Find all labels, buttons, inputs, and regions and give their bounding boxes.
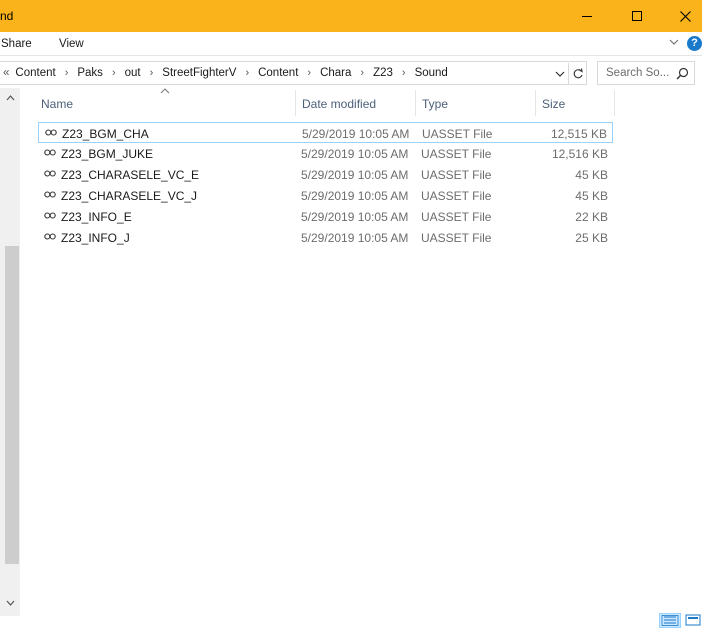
file-date: 5/29/2019 10:05 AM <box>301 231 409 245</box>
close-icon <box>679 10 691 22</box>
title-bar: nd <box>0 0 702 32</box>
file-size: 12,515 KB <box>550 127 607 141</box>
breadcrumb: « Content › Paks › out › StreetFighterV … <box>3 67 448 79</box>
column-header-size[interactable]: Size <box>542 97 565 111</box>
search-box[interactable]: Search So... <box>597 61 695 85</box>
file-date: 5/29/2019 10:05 AM <box>301 147 409 161</box>
link-file-icon <box>44 149 56 156</box>
file-type: UASSET File <box>421 168 492 182</box>
navigation-row: « Content › Paks › out › StreetFighterV … <box>0 60 702 86</box>
breadcrumb-separator[interactable]: › <box>402 67 406 79</box>
file-name: Z23_INFO_E <box>61 210 132 224</box>
breadcrumb-separator[interactable]: › <box>112 67 116 79</box>
file-size: 12,516 KB <box>551 147 608 161</box>
link-file-icon <box>44 233 56 240</box>
file-type: UASSET File <box>421 189 492 203</box>
link-file-icon <box>44 170 56 177</box>
scroll-up-icon[interactable] <box>6 95 15 101</box>
file-list: Z23_BGM_CHA 5/29/2019 10:05 AM UASSET Fi… <box>38 122 613 248</box>
maximize-icon <box>632 11 642 21</box>
close-button[interactable] <box>662 0 702 32</box>
link-file-icon <box>44 212 56 219</box>
search-placeholder: Search So... <box>606 67 670 79</box>
link-file-icon <box>44 191 56 198</box>
sort-ascending-icon <box>160 88 170 94</box>
breadcrumb-content-2[interactable]: Content <box>258 67 298 79</box>
file-name: Z23_BGM_JUKE <box>61 147 154 161</box>
address-bar[interactable]: « Content › Paks › out › StreetFighterV … <box>0 61 587 85</box>
column-divider[interactable] <box>535 90 536 116</box>
file-size: 45 KB <box>575 189 608 203</box>
file-row[interactable]: Z23_BGM_CHA 5/29/2019 10:05 AM UASSET Fi… <box>38 122 613 143</box>
file-date: 5/29/2019 10:05 AM <box>301 189 409 203</box>
tab-share[interactable]: Share <box>1 38 32 50</box>
minimize-button[interactable] <box>564 0 610 32</box>
breadcrumb-out[interactable]: out <box>125 67 141 79</box>
search-icon[interactable] <box>676 67 689 80</box>
help-icon[interactable]: ? <box>687 36 702 51</box>
large-icons-view-icon <box>685 614 701 626</box>
column-divider[interactable] <box>614 90 615 116</box>
minimize-icon <box>582 15 592 17</box>
ribbon-bar: Share View ? <box>0 32 702 56</box>
file-size: 45 KB <box>575 168 608 182</box>
column-divider[interactable] <box>295 90 296 116</box>
breadcrumb-separator[interactable]: › <box>65 67 69 79</box>
breadcrumb-paks[interactable]: Paks <box>77 67 103 79</box>
file-type: UASSET File <box>421 231 492 245</box>
link-file-icon <box>45 129 57 136</box>
scrollbar-thumb[interactable] <box>5 246 19 564</box>
file-row[interactable]: Z23_CHARASELE_VC_J 5/29/2019 10:05 AM UA… <box>38 185 613 206</box>
column-header-date[interactable]: Date modified <box>302 97 376 111</box>
breadcrumb-separator[interactable]: › <box>360 67 364 79</box>
column-header-name[interactable]: Name <box>41 97 73 111</box>
file-type: UASSET File <box>421 210 492 224</box>
breadcrumb-overflow[interactable]: « <box>3 67 9 79</box>
address-history-dropdown[interactable] <box>551 63 569 85</box>
details-view-icon <box>661 615 679 626</box>
file-size: 22 KB <box>575 210 608 224</box>
file-name: Z23_INFO_J <box>61 231 130 245</box>
breadcrumb-separator[interactable]: › <box>307 67 311 79</box>
breadcrumb-separator[interactable]: › <box>150 67 154 79</box>
scroll-down-icon[interactable] <box>6 600 15 606</box>
file-row[interactable]: Z23_BGM_JUKE 5/29/2019 10:05 AM UASSET F… <box>38 143 613 164</box>
column-divider[interactable] <box>415 90 416 116</box>
expand-ribbon-icon[interactable] <box>668 36 680 48</box>
file-date: 5/29/2019 10:05 AM <box>301 168 409 182</box>
column-header-type[interactable]: Type <box>422 97 448 111</box>
file-name: Z23_BGM_CHA <box>62 127 149 141</box>
file-row[interactable]: Z23_INFO_E 5/29/2019 10:05 AM UASSET Fil… <box>38 206 613 227</box>
file-name: Z23_CHARASELE_VC_J <box>61 189 198 203</box>
maximize-button[interactable] <box>614 0 660 32</box>
breadcrumb-chara[interactable]: Chara <box>320 67 351 79</box>
details-view-button[interactable] <box>659 613 681 628</box>
breadcrumb-sound[interactable]: Sound <box>415 67 448 79</box>
file-type: UASSET File <box>422 127 493 141</box>
file-type: UASSET File <box>421 147 492 161</box>
chevron-down-icon <box>555 71 565 77</box>
large-icons-view-button[interactable] <box>684 613 702 628</box>
file-name: Z23_CHARASELE_VC_E <box>61 168 200 182</box>
file-size: 25 KB <box>575 231 608 245</box>
breadcrumb-z23[interactable]: Z23 <box>373 67 393 79</box>
file-date: 5/29/2019 10:05 AM <box>302 127 410 141</box>
breadcrumb-separator[interactable]: › <box>245 67 249 79</box>
file-row[interactable]: Z23_CHARASELE_VC_E 5/29/2019 10:05 AM UA… <box>38 164 613 185</box>
file-date: 5/29/2019 10:05 AM <box>301 210 409 224</box>
refresh-button[interactable] <box>568 63 586 85</box>
file-row[interactable]: Z23_INFO_J 5/29/2019 10:05 AM UASSET Fil… <box>38 227 613 248</box>
nav-pane-scrollbar[interactable] <box>0 88 20 616</box>
window-title: nd <box>0 9 14 23</box>
refresh-icon <box>573 68 583 79</box>
breadcrumb-content[interactable]: Content <box>15 67 55 79</box>
breadcrumb-streetfighterv[interactable]: StreetFighterV <box>162 67 236 79</box>
tab-view[interactable]: View <box>59 38 84 50</box>
